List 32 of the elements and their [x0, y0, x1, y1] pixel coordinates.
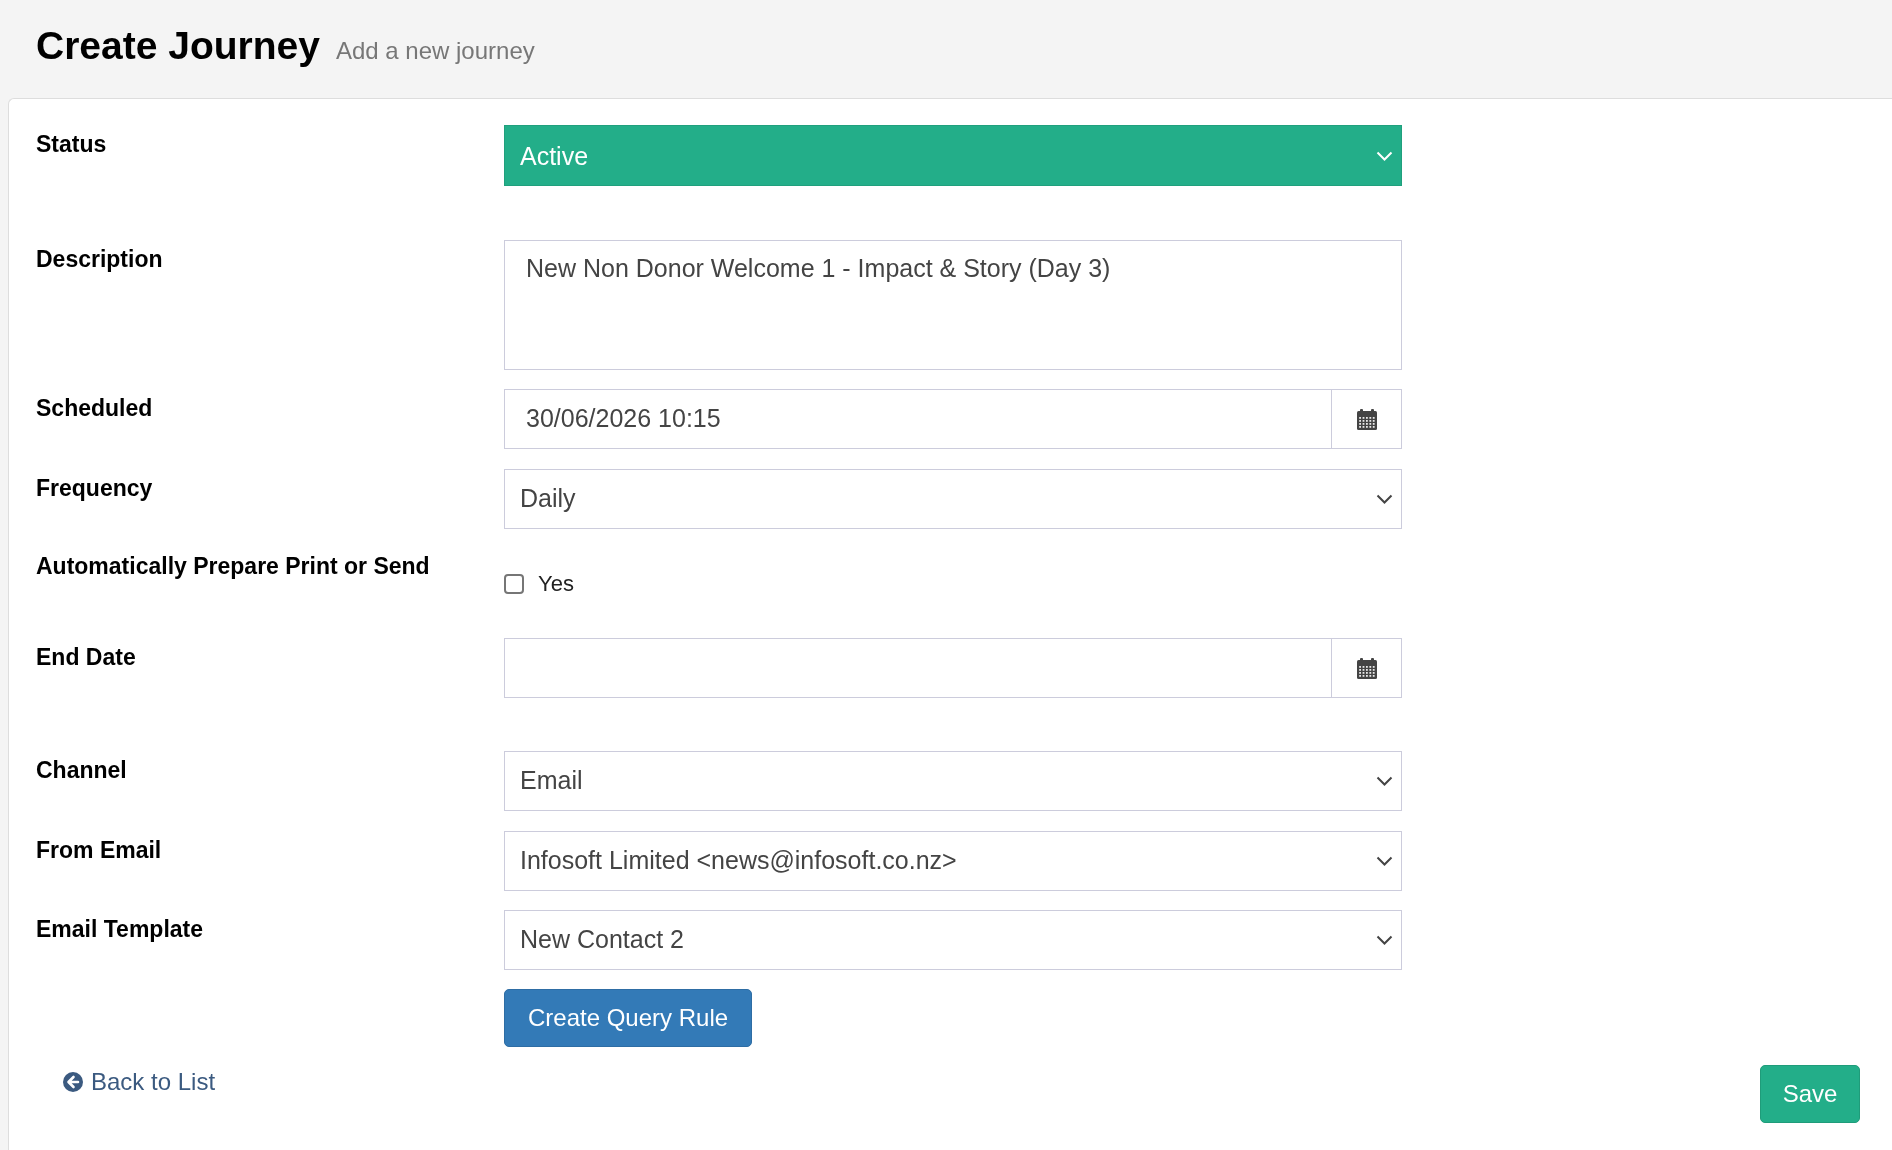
field-label: Email Template [36, 916, 204, 942]
field-label: Channel [36, 757, 127, 783]
calendar-icon [1355, 657, 1378, 679]
select-field[interactable]: New Contact 2 [504, 910, 1402, 970]
date-field[interactable]: 30/06/2026 10:15 [504, 389, 1332, 449]
create-query-rule-button[interactable]: Create Query Rule [504, 989, 753, 1047]
select-field[interactable]: Daily [504, 469, 1402, 529]
field-label: End Date [36, 644, 136, 670]
select-field[interactable]: Email [504, 751, 1402, 811]
field-label: Frequency [36, 475, 153, 501]
chevron-down-icon [1376, 776, 1393, 786]
checkbox-label: Yes [538, 574, 574, 594]
field-label: Automatically Prepare Print or Send [36, 553, 430, 579]
date-field[interactable] [504, 638, 1332, 698]
page-title: Create Journey [36, 26, 320, 65]
calendar-icon [1355, 408, 1378, 430]
back-to-list-link[interactable]: Back to List [63, 1069, 216, 1095]
circle-arrow-left-icon [63, 1072, 83, 1092]
checkbox[interactable] [504, 574, 524, 594]
description-textarea[interactable]: New Non Donor Welcome 1 - Impact & Story (Day 3) [504, 240, 1402, 370]
field-label: From Email [36, 837, 162, 863]
calendar-button[interactable] [1332, 638, 1402, 698]
field-label: Description [36, 246, 163, 272]
page-subtitle: Add a new journey [335, 39, 535, 63]
chevron-down-icon [1376, 935, 1393, 945]
select-field[interactable]: Infosoft Limited <news@infosoft.co.nz> [504, 831, 1402, 891]
field-label: Scheduled [36, 395, 153, 421]
chevron-down-icon [1376, 856, 1393, 866]
field-label: Status [36, 131, 107, 157]
chevron-down-icon [1376, 494, 1393, 504]
chevron-down-icon [1376, 150, 1393, 161]
calendar-button[interactable] [1332, 389, 1402, 449]
